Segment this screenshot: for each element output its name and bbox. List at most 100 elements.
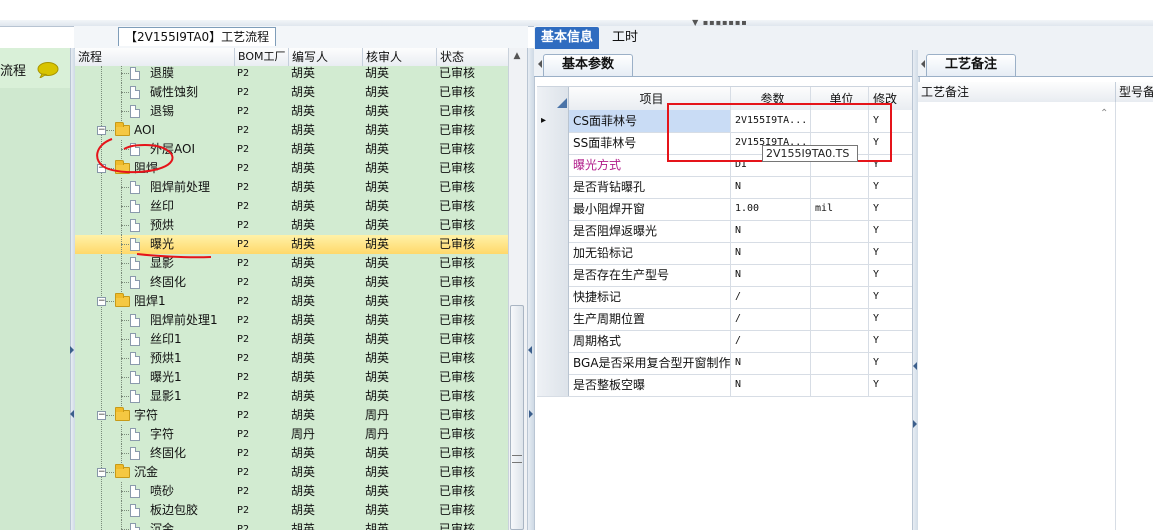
tab-basic-params[interactable]: 基本参数 <box>543 54 633 76</box>
row-header[interactable] <box>537 286 569 308</box>
param-value-cell[interactable]: N <box>731 264 811 286</box>
collapse-arrow-icon[interactable] <box>70 410 74 418</box>
row-header[interactable] <box>537 220 569 242</box>
param-row[interactable]: 是否阻焊返曝光 N Y <box>537 220 912 243</box>
document-icon <box>130 181 140 194</box>
param-value-cell[interactable]: N <box>731 352 811 374</box>
select-all-corner-icon[interactable] <box>557 98 567 108</box>
reviewer-cell: 胡英 <box>365 161 390 175</box>
row-header[interactable] <box>537 242 569 264</box>
row-header[interactable] <box>537 352 569 374</box>
param-row[interactable]: 是否整板空曝 N Y <box>537 374 912 397</box>
param-row[interactable]: 生产周期位置 / Y <box>537 308 912 331</box>
tree-step-row[interactable]: 曝光1 P2 胡英 胡英 已审核 <box>75 368 508 387</box>
status-cell: 已审核 <box>439 389 476 403</box>
scroll-up-icon[interactable]: ⌃ <box>1100 108 1108 119</box>
tree-step-row[interactable]: 退膜 P2 胡英 胡英 已审核 <box>75 66 508 83</box>
tree-right-splitter[interactable] <box>527 48 535 530</box>
tree-step-row[interactable]: 终固化 P2 胡英 胡英 已审核 <box>75 273 508 292</box>
status-cell: 已审核 <box>439 199 476 213</box>
tree-group-row[interactable]: − 沉金 P2 胡英 胡英 已审核 <box>75 463 508 482</box>
tree-guide-line <box>121 73 129 74</box>
column-header-status[interactable]: 状态 <box>437 48 508 66</box>
tree-guide-line <box>121 187 129 188</box>
scroll-up-icon[interactable]: ▲ <box>508 48 526 65</box>
row-header[interactable] <box>537 264 569 286</box>
column-header-model-notes[interactable]: 型号备 <box>1116 82 1153 102</box>
collapse-arrow-icon[interactable] <box>529 410 533 418</box>
collapse-arrow-icon[interactable] <box>70 346 74 354</box>
tree-step-row[interactable]: 预烘1 P2 胡英 胡英 已审核 <box>75 349 508 368</box>
row-header[interactable] <box>537 132 569 154</box>
tab-basic-info[interactable]: 基本信息 <box>535 27 600 49</box>
tab-process-notes[interactable]: 工艺备注 <box>926 54 1016 76</box>
param-modify-cell: Y <box>873 269 880 280</box>
row-header[interactable] <box>537 154 569 176</box>
tree-node-name: 丝印 <box>150 199 175 213</box>
column-header-process-notes[interactable]: 工艺备注 <box>918 82 1116 102</box>
chat-bubble-icon[interactable] <box>37 62 59 78</box>
param-value-cell[interactable]: / <box>731 308 811 330</box>
notes-grid[interactable] <box>918 102 1153 530</box>
param-row[interactable]: 快捷标记 / Y <box>537 286 912 309</box>
collapse-toggle-icon[interactable]: − <box>97 411 106 420</box>
param-value-cell[interactable]: / <box>731 330 811 352</box>
param-row[interactable]: 是否存在生产型号 N Y <box>537 264 912 287</box>
tab-work-hours[interactable]: 工时 <box>606 27 644 49</box>
param-value-cell[interactable]: / <box>731 286 811 308</box>
tree-step-row[interactable]: 喷砂 P2 胡英 胡英 已审核 <box>75 482 508 501</box>
collapse-arrow-icon[interactable] <box>913 362 917 370</box>
current-row-indicator-icon[interactable]: ▸ <box>537 110 569 132</box>
tree-step-row[interactable]: 显影1 P2 胡英 胡英 已审核 <box>75 387 508 406</box>
param-unit-cell <box>811 242 869 264</box>
collapse-toggle-icon[interactable]: − <box>97 468 106 477</box>
column-header-bom-factory[interactable]: BOM工厂 <box>235 48 289 66</box>
param-row[interactable]: 加无铅标记 N Y <box>537 242 912 265</box>
tree-scrollbar-thumb[interactable] <box>510 305 524 530</box>
row-header[interactable] <box>537 308 569 330</box>
tree-step-row[interactable]: 沉金 P2 胡英 胡英 已审核 <box>75 520 508 530</box>
param-row[interactable]: BGA是否采用复合型开窗制作 N Y <box>537 352 912 375</box>
param-value-cell[interactable]: N <box>731 176 811 198</box>
tree-group-row[interactable]: − 字符 P2 胡英 周丹 已审核 <box>75 406 508 425</box>
tree-step-row[interactable]: 阻焊前处理 P2 胡英 胡英 已审核 <box>75 178 508 197</box>
tree-step-row[interactable]: 碱性蚀刻 P2 胡英 胡英 已审核 <box>75 83 508 102</box>
tree-guide-line <box>121 92 129 93</box>
bom-factory-cell: P2 <box>237 277 250 288</box>
column-header-reviewer[interactable]: 核审人 <box>363 48 437 66</box>
param-row[interactable]: 是否背钻曝孔 N Y <box>537 176 912 199</box>
param-row[interactable]: 最小阻焊开窗 1.00 mil Y <box>537 198 912 221</box>
tab-scroll-left-icon[interactable] <box>921 60 925 68</box>
collapse-toggle-icon[interactable]: − <box>97 297 106 306</box>
tree-guide-line <box>121 111 129 112</box>
tree-step-row[interactable]: 预烘 P2 胡英 胡英 已审核 <box>75 216 508 235</box>
row-header[interactable] <box>537 198 569 220</box>
row-header[interactable] <box>537 330 569 352</box>
collapse-arrow-icon[interactable] <box>913 420 917 428</box>
column-header-flow[interactable]: 流程 <box>75 48 235 66</box>
tree-step-row[interactable]: 阻焊前处理1 P2 胡英 胡英 已审核 <box>75 311 508 330</box>
params-grid: ▸ CS面菲林号 2V155I9TA... Y SS面菲林号 2V155I9TA... Y 曝… <box>537 110 912 530</box>
tab-scroll-left-icon[interactable] <box>538 60 542 68</box>
param-value-cell[interactable]: 1.00 <box>731 198 811 220</box>
column-header-writer[interactable]: 编写人 <box>289 48 363 66</box>
tree-node-name: 喷砂 <box>150 484 175 498</box>
param-value-cell[interactable]: N <box>731 242 811 264</box>
bom-factory-cell: P2 <box>237 125 250 136</box>
tree-step-row[interactable]: 丝印 P2 胡英 胡英 已审核 <box>75 197 508 216</box>
param-value-cell[interactable]: N <box>731 374 811 396</box>
tree-step-row[interactable]: 丝印1 P2 胡英 胡英 已审核 <box>75 330 508 349</box>
tree-node-name: 退膜 <box>150 66 175 80</box>
tree-step-row[interactable]: 终固化 P2 胡英 胡英 已审核 <box>75 444 508 463</box>
collapse-toggle-icon[interactable]: − <box>97 126 106 135</box>
tree-step-row[interactable]: 退锡 P2 胡英 胡英 已审核 <box>75 102 508 121</box>
tree-step-row[interactable]: 板边包胶 P2 胡英 胡英 已审核 <box>75 501 508 520</box>
tree-group-row[interactable]: − 阻焊1 P2 胡英 胡英 已审核 <box>75 292 508 311</box>
tree-step-row[interactable]: 字符 P2 周丹 周丹 已审核 <box>75 425 508 444</box>
param-row[interactable]: 周期格式 / Y <box>537 330 912 353</box>
param-value-cell[interactable]: N <box>731 220 811 242</box>
collapse-arrow-icon[interactable] <box>528 346 532 354</box>
tree-guide-line <box>121 396 129 397</box>
row-header[interactable] <box>537 374 569 396</box>
row-header[interactable] <box>537 176 569 198</box>
